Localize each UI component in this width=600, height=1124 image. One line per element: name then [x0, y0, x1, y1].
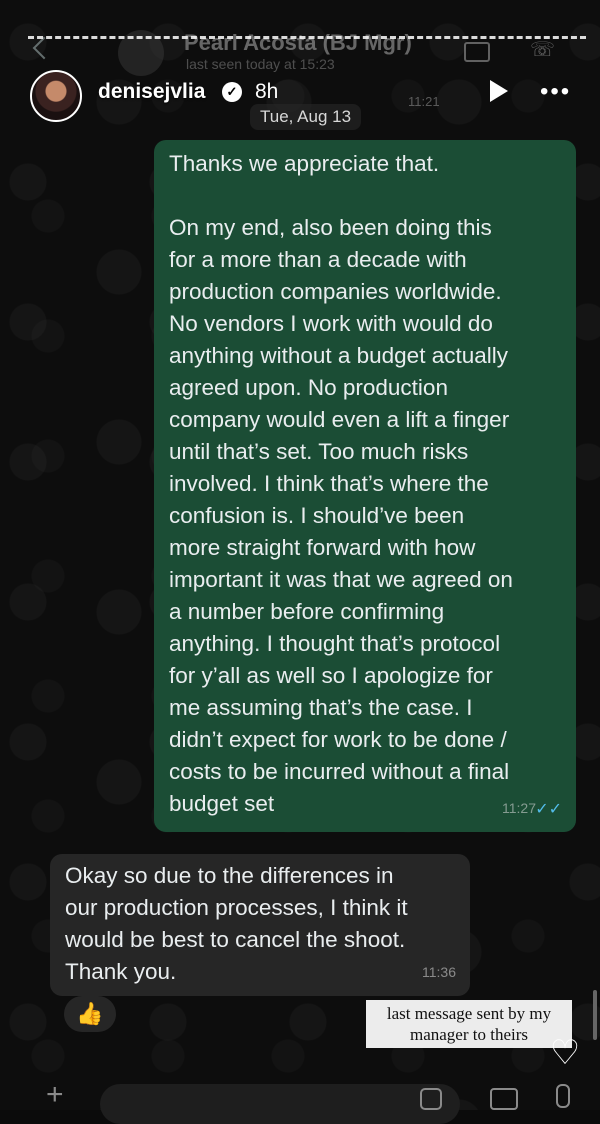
incoming-message-bubble[interactable]: Okay so due to the differences in our pr… — [50, 854, 470, 996]
story-progress-bar — [28, 36, 586, 42]
phone-call-icon[interactable]: ☏ — [530, 40, 555, 60]
thumbs-up-reaction-icon[interactable]: 👍 — [64, 996, 116, 1032]
message-text: Okay so due to the differences in our pr… — [65, 863, 408, 984]
play-icon[interactable] — [490, 80, 508, 102]
heart-icon[interactable]: ♡ — [546, 1034, 584, 1072]
contact-status: last seen today at 15:23 — [186, 56, 335, 72]
video-call-icon[interactable] — [464, 42, 490, 62]
message-text: Thanks we appreciate that. On my end, al… — [169, 151, 513, 816]
message-input-bar: + — [0, 1080, 600, 1124]
date-separator: Tue, Aug 13 — [250, 104, 362, 130]
scrollbar[interactable] — [593, 990, 597, 1040]
message-time: 11:36 — [422, 964, 456, 980]
microphone-icon[interactable] — [556, 1084, 570, 1108]
story-time-ago: 8h — [255, 80, 279, 103]
message-time: 11:27 — [502, 800, 536, 816]
story-avatar[interactable] — [30, 70, 82, 122]
contact-name[interactable]: Pearl Acosta (BJ Mgr) — [184, 30, 412, 56]
chat-header: Pearl Acosta (BJ Mgr) last seen today at… — [0, 18, 600, 78]
plus-icon[interactable]: + — [46, 1080, 64, 1110]
more-icon[interactable]: ••• — [540, 78, 571, 106]
verified-badge-icon: ✓ — [222, 82, 242, 102]
story-username[interactable]: denisejvlia — [98, 80, 205, 104]
sticker-icon[interactable] — [420, 1088, 442, 1110]
previous-message-time: 11:21 — [408, 94, 440, 109]
camera-icon[interactable] — [490, 1088, 518, 1110]
message-input[interactable] — [100, 1084, 460, 1124]
double-check-read-icon: ✓✓ — [535, 801, 562, 818]
outgoing-message-bubble[interactable]: Thanks we appreciate that. On my end, al… — [154, 140, 576, 832]
story-caption: last message sent by my manager to their… — [366, 1000, 572, 1048]
